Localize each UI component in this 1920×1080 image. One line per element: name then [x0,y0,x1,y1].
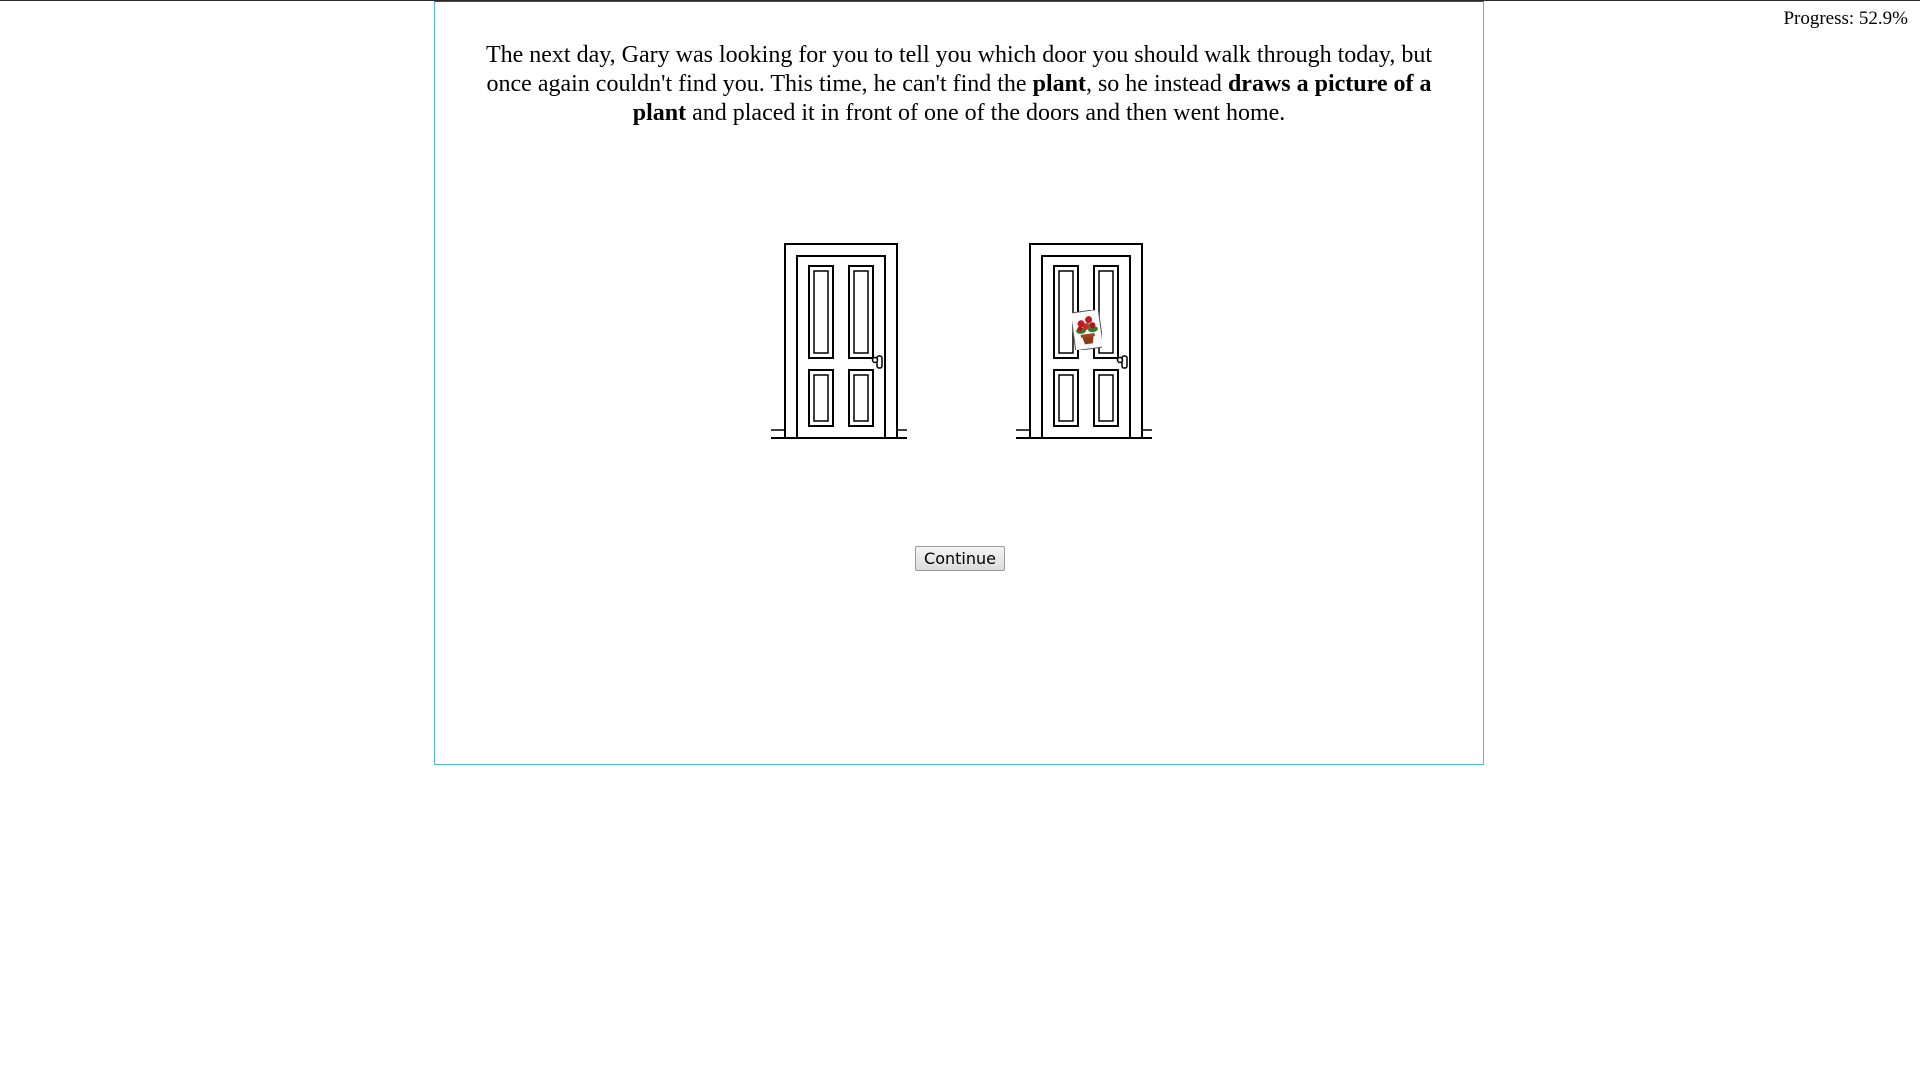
task-panel: The next day, Gary was looking for you t… [434,1,1484,765]
left-door[interactable] [769,242,909,442]
right-door[interactable] [1014,242,1154,442]
story-text: The next day, Gary was looking for you t… [463,41,1455,128]
door-choices [435,242,1483,442]
story-part-2: , so he instead [1085,71,1228,97]
story-bold-plant: plant [1032,71,1086,97]
progress-indicator: Progress: 52.9% [1783,8,1908,29]
story-part-3: and placed it in front of one of the doo… [686,100,1286,126]
continue-button[interactable]: Continue [915,546,1005,571]
plant-picture-icon [1072,310,1102,350]
door-icon [771,243,907,439]
